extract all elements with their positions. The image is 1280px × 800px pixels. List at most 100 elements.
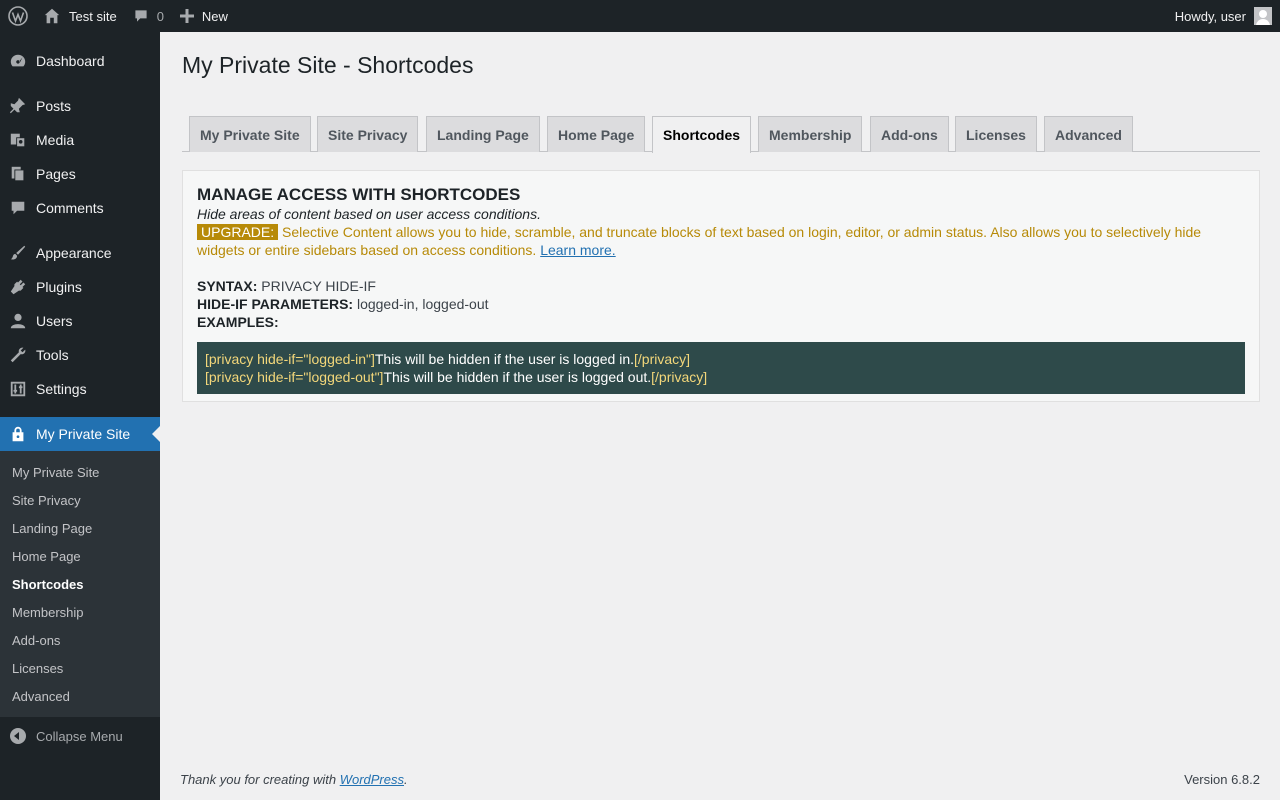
menu-label: Posts xyxy=(36,98,72,114)
shortcodes-panel: MANAGE ACCESS WITH SHORTCODES Hide areas… xyxy=(182,170,1260,402)
comments-count: 0 xyxy=(156,8,164,24)
new-label: New xyxy=(201,8,228,24)
user-icon xyxy=(8,311,28,331)
footer-version: Version 6.8.2 xyxy=(1184,772,1260,787)
menu-label: Media xyxy=(36,132,75,148)
upgrade-text: Selective Content allows you to hide, sc… xyxy=(197,224,1202,258)
submenu-item-shortcodes[interactable]: Shortcodes xyxy=(0,570,160,598)
footer-thanks-prefix: Thank you for creating with xyxy=(180,772,340,787)
plus-icon xyxy=(179,9,194,23)
wordpress-logo-icon[interactable] xyxy=(0,0,35,32)
code-open-tag: [privacy hide-if="logged-out"] xyxy=(205,369,384,385)
comment-icon xyxy=(8,198,28,218)
code-text: This will be hidden if the user is logge… xyxy=(374,351,635,367)
submenu-item-licenses[interactable]: Licenses xyxy=(0,654,160,682)
submenu-item-landing-page[interactable]: Landing Page xyxy=(0,514,160,542)
menu-item-comments[interactable]: Comments xyxy=(0,191,160,225)
my-account-link[interactable]: Howdy, user xyxy=(1167,0,1280,32)
wrench-icon xyxy=(8,345,28,365)
tab-my-private-site[interactable]: My Private Site xyxy=(189,116,311,152)
nav-tabs: My Private Site Site Privacy Landing Pag… xyxy=(182,116,1260,153)
new-content-link[interactable]: New xyxy=(172,0,236,32)
page-title: My Private Site - Shortcodes xyxy=(182,52,474,78)
code-close-tag: [/privacy] xyxy=(634,351,691,367)
tab-licenses[interactable]: Licenses xyxy=(955,116,1037,152)
comments-link[interactable]: 0 xyxy=(125,0,172,32)
tab-shortcodes[interactable]: Shortcodes xyxy=(652,116,752,153)
comment-icon xyxy=(135,10,147,22)
submenu-item-add-ons[interactable]: Add-ons xyxy=(0,626,160,654)
submenu-item-my-private-site[interactable]: My Private Site xyxy=(0,458,160,486)
examples-label: EXAMPLES: xyxy=(197,314,279,330)
panel-heading: MANAGE ACCESS WITH SHORTCODES xyxy=(197,185,521,204)
tab-site-privacy[interactable]: Site Privacy xyxy=(317,116,419,152)
panel-subheading: Hide areas of content based on user acce… xyxy=(197,206,541,222)
syntax-line: SYNTAX: PRIVACY HIDE-IF xyxy=(197,277,1245,295)
code-text: This will be hidden if the user is logge… xyxy=(383,369,652,385)
menu-item-dashboard[interactable]: Dashboard xyxy=(0,44,160,78)
avatar xyxy=(1254,7,1272,25)
syntax-label: SYNTAX: xyxy=(197,278,258,294)
syntax-value: PRIVACY HIDE-IF xyxy=(257,278,376,294)
site-name: Test site xyxy=(69,8,117,24)
learn-more-link[interactable]: Learn more. xyxy=(540,242,615,258)
tab-home-page[interactable]: Home Page xyxy=(547,116,646,152)
admin-bar: Test site 0 New Howdy, user xyxy=(0,0,1280,32)
pages-icon xyxy=(8,164,28,184)
examples-line: EXAMPLES: xyxy=(197,313,1245,331)
tab-landing-page[interactable]: Landing Page xyxy=(426,116,540,152)
pin-icon xyxy=(8,96,28,116)
wordpress-link[interactable]: WordPress xyxy=(340,772,404,787)
code-line: [privacy hide-if="logged-in"]This will b… xyxy=(205,350,1237,368)
plug-icon xyxy=(8,277,28,297)
submenu-item-advanced[interactable]: Advanced xyxy=(0,682,160,710)
admin-menu: Dashboard Posts Media Pages Comments App… xyxy=(0,32,160,800)
upgrade-notice: UPGRADE: Selective Content allows you to… xyxy=(197,223,1245,259)
menu-label: Appearance xyxy=(36,245,112,261)
dashboard-icon xyxy=(8,51,28,71)
menu-item-my-private-site[interactable]: My Private Site xyxy=(0,417,160,451)
code-examples: [privacy hide-if="logged-in"]This will b… xyxy=(197,342,1245,394)
syntax-block: SYNTAX: PRIVACY HIDE-IF HIDE-IF PARAMETE… xyxy=(197,277,1245,331)
menu-label: Tools xyxy=(36,347,69,363)
submenu-item-home-page[interactable]: Home Page xyxy=(0,542,160,570)
menu-label: My Private Site xyxy=(36,426,131,442)
menu-item-posts[interactable]: Posts xyxy=(0,89,160,123)
menu-label: Pages xyxy=(36,166,76,182)
menu-item-appearance[interactable]: Appearance xyxy=(0,236,160,270)
greeting: Howdy, user xyxy=(1174,8,1246,24)
media-icon xyxy=(8,130,28,150)
menu-item-users[interactable]: Users xyxy=(0,304,160,338)
menu-item-settings[interactable]: Settings xyxy=(0,372,160,406)
collapse-arrow-icon xyxy=(10,728,26,744)
upgrade-badge: UPGRADE: xyxy=(197,224,279,240)
collapse-menu-button[interactable]: Collapse Menu xyxy=(0,719,160,753)
menu-label: Comments xyxy=(36,200,104,216)
menu-label: Plugins xyxy=(36,279,82,295)
params-value: logged-in, logged-out xyxy=(353,296,489,312)
menu-label: Users xyxy=(36,313,73,329)
footer-thanks-suffix: . xyxy=(404,772,408,787)
menu-item-tools[interactable]: Tools xyxy=(0,338,160,372)
collapse-label: Collapse Menu xyxy=(36,728,123,744)
tab-advanced[interactable]: Advanced xyxy=(1044,116,1133,152)
params-label: HIDE-IF PARAMETERS: xyxy=(197,296,354,312)
menu-item-pages[interactable]: Pages xyxy=(0,157,160,191)
submenu-my-private-site: My Private Site Site Privacy Landing Pag… xyxy=(0,451,160,717)
site-name-link[interactable]: Test site xyxy=(35,0,125,32)
tab-membership[interactable]: Membership xyxy=(758,116,863,152)
footer-thanks: Thank you for creating with WordPress. xyxy=(180,772,408,787)
tab-add-ons[interactable]: Add-ons xyxy=(870,116,949,152)
menu-item-plugins[interactable]: Plugins xyxy=(0,270,160,304)
menu-label: Settings xyxy=(36,381,87,397)
submenu-item-membership[interactable]: Membership xyxy=(0,598,160,626)
menu-item-media[interactable]: Media xyxy=(0,123,160,157)
params-line: HIDE-IF PARAMETERS: logged-in, logged-ou… xyxy=(197,295,1245,313)
brush-icon xyxy=(8,243,28,263)
code-close-tag: [/privacy] xyxy=(651,369,708,385)
lock-icon xyxy=(8,424,28,444)
settings-icon xyxy=(8,379,28,399)
submenu-item-site-privacy[interactable]: Site Privacy xyxy=(0,486,160,514)
home-icon xyxy=(44,8,60,24)
main-content: My Private Site - Shortcodes My Private … xyxy=(160,32,1280,800)
